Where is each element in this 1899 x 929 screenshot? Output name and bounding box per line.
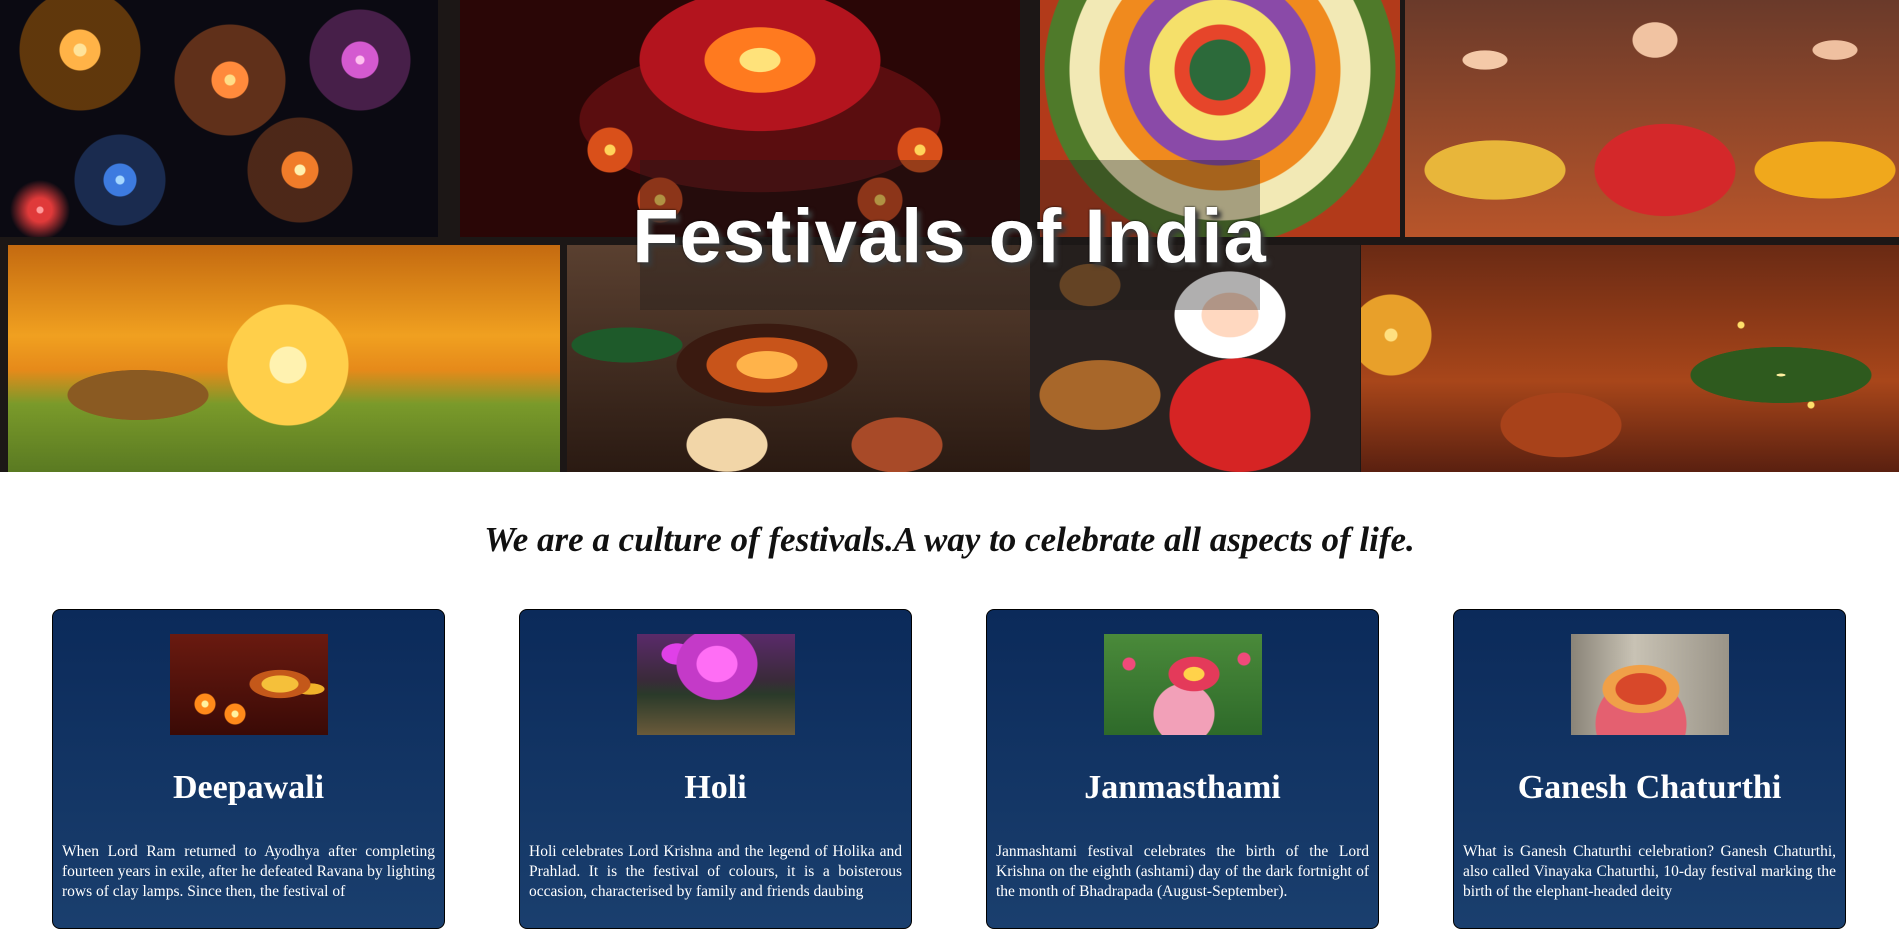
deepawali-image: [169, 634, 328, 735]
festival-card-holi: Holi Holi celebrates Lord Krishna and th…: [519, 609, 912, 929]
card-description: Janmashtami festival celebrates the birt…: [996, 843, 1369, 900]
page-title: Festivals of India: [632, 194, 1267, 279]
janmasthami-image: [1103, 634, 1262, 735]
holi-image: [636, 634, 795, 735]
card-description: Holi celebrates Lord Krishna and the leg…: [529, 843, 902, 900]
card-title: Janmasthami: [1084, 769, 1281, 806]
hero-banner: Festivals of India: [0, 0, 1899, 472]
festival-card-deepawali: Deepawali When Lord Ram returned to Ayod…: [52, 609, 445, 929]
card-description: What is Ganesh Chaturthi celebration? Ga…: [1463, 843, 1836, 900]
card-description: When Lord Ram returned to Ayodhya after …: [62, 843, 435, 900]
card-title: Holi: [684, 769, 747, 806]
tagline: We are a culture of festivals.A way to c…: [484, 520, 1415, 559]
card-title: Deepawali: [172, 769, 325, 806]
festival-card-janmasthami: Janmasthami Janmashtami festival celebra…: [986, 609, 1379, 929]
card-title: Ganesh Chaturthi: [1517, 769, 1782, 806]
festival-card-ganesh-chaturthi: Ganesh Chaturthi What is Ganesh Chaturth…: [1453, 609, 1846, 929]
ganesh-chaturthi-image: [1570, 634, 1729, 735]
